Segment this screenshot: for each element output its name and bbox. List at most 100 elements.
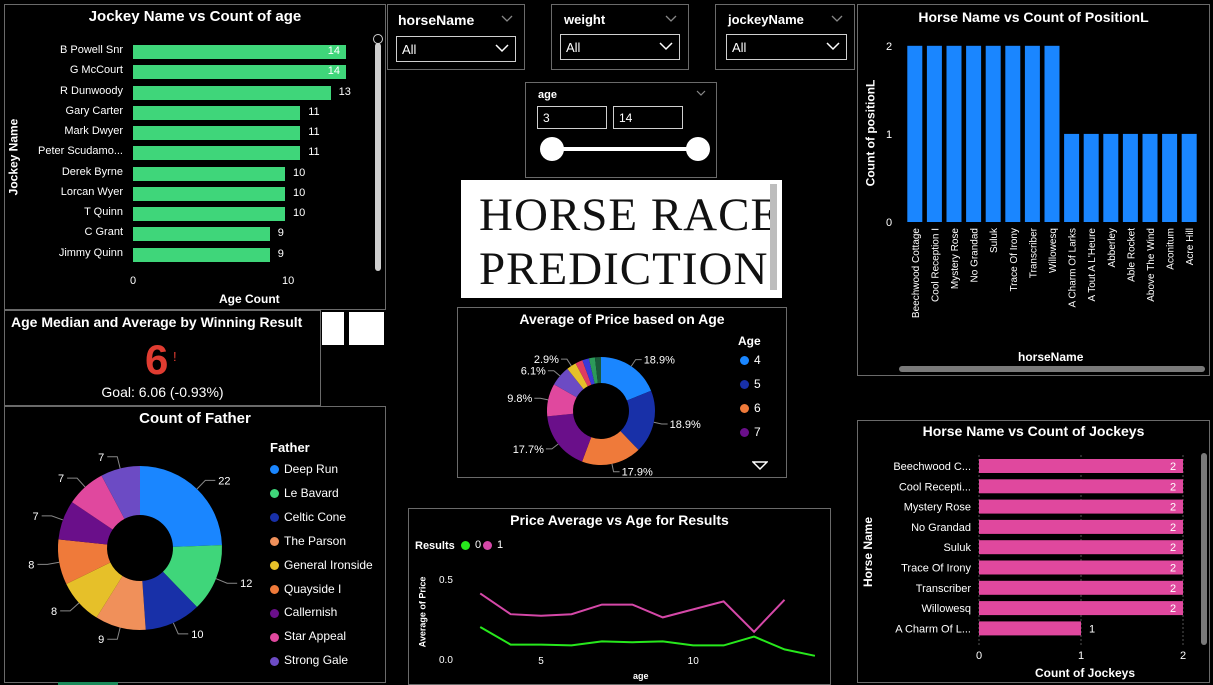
- age-slider-min-handle[interactable]: [540, 137, 564, 161]
- jockey-age-chart-panel[interactable]: Jockey Name vs Count of age Jockey Name …: [4, 4, 386, 310]
- horse-position-bar[interactable]: [926, 45, 942, 222]
- jockey-age-bar[interactable]: [133, 85, 331, 100]
- horse-position-category-label: No Grandad: [970, 228, 981, 282]
- horse-jockeys-category-label: A Charm Of L...: [895, 623, 971, 635]
- horse-position-bar[interactable]: [1064, 133, 1080, 222]
- scroll-up-icon[interactable]: [373, 34, 383, 44]
- horse-position-bar[interactable]: [907, 45, 923, 222]
- horse-jockeys-bar[interactable]: [979, 540, 1183, 555]
- weight-slicer[interactable]: weight All: [551, 4, 689, 70]
- age-min-input[interactable]: 3: [537, 106, 607, 129]
- father-legend-label: Celtic Cone: [284, 509, 347, 524]
- father-slice: [140, 466, 222, 547]
- horse-position-y-tick-label: 1: [886, 129, 892, 141]
- horse-position-bar[interactable]: [1024, 45, 1040, 222]
- horse-position-category-label: Willowesq: [1048, 228, 1059, 273]
- jockey-name-slicer[interactable]: jockeyName All: [715, 4, 855, 70]
- kpi-panel[interactable]: Age Median and Average by Winning Result…: [4, 310, 321, 406]
- banner-scrollbar[interactable]: [770, 184, 777, 290]
- horse-jockeys-bar[interactable]: [979, 601, 1183, 616]
- father-legend-item[interactable]: Star Appeal: [270, 629, 346, 643]
- jockey-age-bar[interactable]: [133, 105, 301, 120]
- age-slider-max-handle[interactable]: [686, 137, 710, 161]
- horse-position-bar[interactable]: [1142, 133, 1158, 222]
- horse-position-bar[interactable]: [1162, 133, 1178, 222]
- price-age-legend-item[interactable]: 7: [740, 425, 761, 439]
- price-age-legend-item[interactable]: 5: [740, 377, 761, 391]
- father-legend-item[interactable]: Le Bavard: [270, 486, 339, 500]
- father-donut-panel[interactable]: Count of Father 22 12 10 9 8 8 7 7 7 Father Deep…: [4, 406, 386, 683]
- father-legend-label: General Ironside: [284, 557, 373, 572]
- horse-jockeys-chart-panel[interactable]: Horse Name vs Count of Jockeys Horse Nam…: [857, 420, 1210, 683]
- jockey-age-bar[interactable]: [133, 247, 270, 262]
- chevron-down-icon[interactable]: [501, 15, 513, 23]
- horse-jockeys-bar[interactable]: [979, 621, 1081, 636]
- price-results-line-panel[interactable]: Price Average vs Age for Results Results…: [408, 508, 831, 685]
- horse-position-bar[interactable]: [1083, 133, 1099, 222]
- price-age-legend-item[interactable]: 6: [740, 401, 761, 415]
- horse-position-bar[interactable]: [1181, 133, 1197, 222]
- horse-position-x-axis-title: horseName: [1018, 350, 1084, 364]
- price-age-slice: [547, 413, 592, 462]
- horse-jockeys-bar[interactable]: [979, 519, 1183, 534]
- father-legend-item[interactable]: Callernish: [270, 605, 337, 619]
- horse-jockeys-bar[interactable]: [979, 580, 1183, 595]
- horse-jockeys-bar[interactable]: [979, 560, 1183, 575]
- jockey-age-bar[interactable]: [133, 186, 285, 201]
- jockey-age-scrollbar[interactable]: [375, 43, 381, 271]
- horse-position-bar[interactable]: [946, 45, 962, 222]
- jockey-age-bar[interactable]: [133, 65, 346, 80]
- horse-position-bar[interactable]: [1005, 45, 1021, 222]
- father-data-label: 7: [58, 473, 64, 485]
- jockey-age-bar[interactable]: [133, 207, 285, 221]
- price-age-legend-item[interactable]: 4: [740, 353, 761, 367]
- horse-position-bar[interactable]: [1044, 45, 1060, 222]
- horse-position-bar[interactable]: [985, 45, 1001, 222]
- chevron-down-icon[interactable]: [696, 90, 706, 97]
- father-legend-item[interactable]: Quayside I: [270, 582, 341, 596]
- horse-position-category-label: Transcriber: [1028, 227, 1039, 278]
- father-legend-item[interactable]: Deep Run: [270, 462, 338, 476]
- jockey-age-bar[interactable]: [133, 126, 301, 140]
- horse-jockeys-bar[interactable]: [979, 459, 1183, 473]
- father-data-label: 10: [191, 629, 203, 641]
- horse-position-bar[interactable]: [1122, 133, 1138, 222]
- horse-position-bar[interactable]: [966, 45, 982, 222]
- horse-name-dropdown[interactable]: All: [396, 36, 516, 62]
- father-legend-item[interactable]: General Ironside: [270, 558, 373, 572]
- horse-jockeys-bar[interactable]: [979, 499, 1183, 514]
- horse-position-chart-panel[interactable]: Horse Name vs Count of PositionL Count o…: [857, 4, 1210, 376]
- horse-position-category-label: Mystery Rose: [950, 228, 961, 290]
- price-age-donut-panel[interactable]: Average of Price based on Age 18.9% 18.9%…: [457, 307, 787, 478]
- price-age-data-label: 9.8%: [507, 393, 532, 405]
- legend-next-icon[interactable]: [752, 461, 768, 471]
- kpi-value: 6: [145, 336, 169, 383]
- horse-jockeys-data-label: 2: [1170, 603, 1176, 615]
- father-legend-item[interactable]: Strong Gale: [270, 653, 348, 667]
- horse-position-category-label: Aconitum: [1166, 228, 1177, 270]
- jockey-age-bar[interactable]: [133, 146, 301, 161]
- jockey-name-dropdown[interactable]: All: [726, 34, 847, 60]
- weight-dropdown[interactable]: All: [560, 34, 680, 60]
- jockey-age-bar[interactable]: [133, 45, 346, 59]
- chevron-down-icon[interactable]: [831, 15, 843, 23]
- jockey-age-category-label: B Powell Snr: [60, 44, 123, 56]
- chevron-down-icon[interactable]: [665, 15, 677, 23]
- age-range-slicer[interactable]: age 3 14: [525, 82, 717, 178]
- horse-jockeys-scrollbar[interactable]: [1201, 453, 1207, 645]
- jockey-age-category-label: Gary Carter: [65, 104, 123, 117]
- horse-position-scrollbar[interactable]: [899, 366, 1205, 372]
- line-y-tick-label: 0.5: [439, 575, 453, 586]
- jockey-age-bar[interactable]: [133, 166, 285, 181]
- jockey-age-bar[interactable]: [133, 227, 270, 242]
- father-legend-item[interactable]: The Parson: [270, 534, 346, 548]
- father-legend-item[interactable]: Celtic Cone: [270, 510, 346, 524]
- father-legend-label: Star Appeal: [284, 629, 347, 644]
- age-slider-track[interactable]: [552, 147, 700, 151]
- father-legend-label: Callernish: [284, 605, 338, 620]
- age-max-input[interactable]: 14: [613, 106, 683, 129]
- kpi-goal: Goal: 6.06 (-0.93%): [101, 384, 224, 400]
- horse-position-bar[interactable]: [1103, 133, 1119, 222]
- horse-name-slicer[interactable]: horseName All: [387, 4, 525, 70]
- horse-jockeys-bar[interactable]: [979, 479, 1183, 494]
